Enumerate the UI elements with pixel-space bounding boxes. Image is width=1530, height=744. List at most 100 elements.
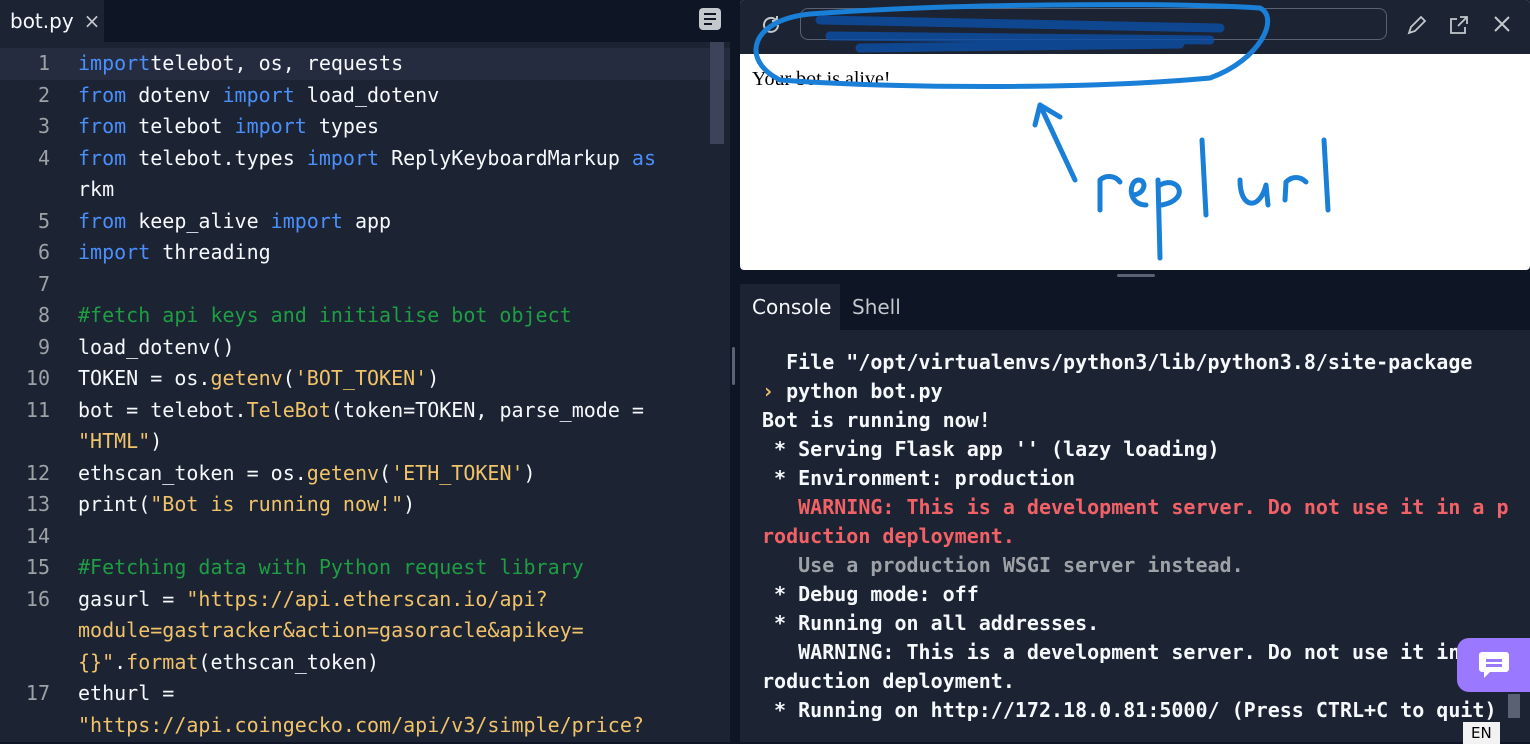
tab-shell[interactable]: Shell bbox=[840, 284, 912, 330]
hamburger-icon[interactable] bbox=[699, 8, 721, 30]
code-area[interactable]: 1 importtelebot, os, requests 2 from dotenv… bbox=[0, 48, 730, 741]
code-token: dotenv bbox=[126, 82, 223, 107]
console-line-text: * Debug mode: off bbox=[762, 582, 979, 606]
code-token: telebot, os, requests bbox=[150, 51, 404, 75]
code-token: types bbox=[306, 114, 380, 138]
console-line: * Running on http://172.18.0.81:5000/ (P… bbox=[762, 696, 1522, 725]
code-text: TOKEN = os.getenv('BOT_TOKEN') bbox=[50, 363, 439, 395]
code-token: ReplyKeyboardMarkup bbox=[379, 145, 632, 170]
code-text: from dotenv import load_dotenv bbox=[50, 80, 439, 112]
code-token: ethurl = bbox=[78, 681, 175, 705]
console-line-text: WARNING: This is a development server. D… bbox=[762, 495, 1509, 519]
code-line[interactable]: 9 load_dotenv() bbox=[0, 332, 730, 364]
code-text: ethurl = bbox=[50, 678, 174, 710]
line-number: 4 bbox=[37, 145, 50, 170]
code-token: threading bbox=[150, 240, 271, 264]
code-line[interactable]: 12 ethscan_token = os.getenv('ETH_TOKEN') bbox=[0, 458, 730, 490]
chat-icon bbox=[1479, 652, 1509, 678]
code-text: #Fetching data with Python request libra… bbox=[50, 552, 584, 584]
code-line[interactable]: 2 from dotenv import load_dotenv bbox=[0, 80, 730, 112]
line-number bbox=[0, 710, 50, 742]
line-number bbox=[0, 647, 50, 679]
code-line[interactable]: module=gastracker&action=gasoracle&apike… bbox=[0, 615, 730, 647]
code-text: load_dotenv() bbox=[50, 332, 235, 364]
code-token: gasurl = bbox=[78, 586, 187, 611]
code-line[interactable]: 7 bbox=[0, 269, 730, 301]
code-line[interactable]: 1 importtelebot, os, requests bbox=[0, 48, 730, 80]
close-tab-icon[interactable]: × bbox=[84, 9, 101, 33]
preview-resize-grip[interactable] bbox=[1117, 274, 1155, 277]
code-text: ethscan_token = os.getenv('ETH_TOKEN') bbox=[50, 458, 536, 490]
code-token: "https://api.coingecko.com/api/v3/simple… bbox=[78, 712, 644, 737]
code-text: from telebot import types bbox=[50, 111, 379, 143]
console-line-text: * Running on http://172.18.0.81:5000/ (P… bbox=[762, 698, 1497, 722]
console-pane[interactable]: Console Shell File "/opt/virtualenvs/pyt… bbox=[740, 284, 1530, 742]
line-number bbox=[0, 174, 50, 206]
console-line: WARNING: This is a development server. D… bbox=[762, 493, 1522, 522]
code-text: import threading bbox=[50, 237, 271, 269]
code-token: app bbox=[342, 208, 392, 233]
code-token: ( bbox=[379, 460, 392, 485]
code-token: keep_alive bbox=[126, 208, 271, 233]
code-line[interactable]: 14 bbox=[0, 521, 730, 553]
code-text: from telebot.types import ReplyKeyboardM… bbox=[50, 143, 656, 175]
chat-button[interactable] bbox=[1457, 638, 1530, 692]
code-token: import bbox=[78, 51, 151, 75]
code-line[interactable]: 10 TOKEN = os.getenv('BOT_TOKEN') bbox=[0, 363, 730, 395]
line-number: 12 bbox=[25, 460, 50, 485]
code-token: (ethscan_token) bbox=[198, 649, 380, 674]
code-text: #fetch api keys and initialise bot objec… bbox=[50, 300, 572, 332]
line-number: 14 bbox=[25, 523, 50, 548]
code-token: getenv bbox=[306, 460, 380, 485]
code-line[interactable]: 8 #fetch api keys and initialise bot obje… bbox=[0, 300, 730, 332]
code-editor[interactable]: bot.py × 1 importtelebot, os, requests 2 fr… bbox=[0, 0, 730, 742]
code-line[interactable]: 4 from telebot.types import ReplyKeyboard… bbox=[0, 143, 730, 175]
code-token: from bbox=[78, 82, 127, 107]
line-number: 6 bbox=[37, 240, 50, 264]
console-line-text: * Running on all addresses. bbox=[762, 611, 1100, 635]
code-line[interactable]: 11 bot = telebot.TeleBot(token=TOKEN, par… bbox=[0, 395, 730, 427]
code-token: telebot bbox=[126, 114, 235, 138]
line-number: 9 bbox=[37, 334, 50, 359]
console-tab-bar: Console Shell bbox=[740, 284, 1530, 330]
code-token: "Bot is running now!" bbox=[150, 492, 404, 516]
code-token: telebot.types bbox=[126, 145, 307, 170]
console-scrollbar[interactable] bbox=[1508, 694, 1520, 718]
code-line[interactable]: 17 ethurl = bbox=[0, 678, 730, 710]
code-line[interactable]: {}".format(ethscan_token) bbox=[0, 647, 730, 679]
file-tab-bot-py[interactable]: bot.py × bbox=[0, 0, 104, 42]
code-line[interactable]: 16 gasurl = "https://api.etherscan.io/api… bbox=[0, 584, 730, 616]
line-number bbox=[0, 615, 50, 647]
line-number: 5 bbox=[37, 208, 50, 233]
code-line[interactable]: 3 from telebot import types bbox=[0, 111, 730, 143]
code-token: "HTML" bbox=[78, 429, 151, 453]
line-number: 7 bbox=[37, 271, 50, 296]
input-language-indicator[interactable]: EN bbox=[1463, 722, 1500, 744]
console-line: WARNING: This is a development server. D… bbox=[762, 638, 1522, 667]
code-line[interactable]: "https://api.coingecko.com/api/v3/simple… bbox=[0, 710, 730, 742]
editor-scrollbar[interactable] bbox=[710, 42, 724, 144]
console-line: * Running on all addresses. bbox=[762, 609, 1522, 638]
code-token: ) bbox=[523, 460, 536, 485]
pane-resize-handle[interactable] bbox=[732, 347, 735, 385]
console-line: * Environment: production bbox=[762, 464, 1522, 493]
console-line: › python bot.py bbox=[762, 377, 1522, 406]
code-line[interactable]: "HTML") bbox=[0, 426, 730, 458]
code-text: bot = telebot.TeleBot(token=TOKEN, parse… bbox=[50, 395, 644, 427]
editor-tab-bar: bot.py × bbox=[0, 0, 730, 42]
code-line[interactable]: 6 import threading bbox=[0, 237, 730, 269]
code-token: {}" bbox=[78, 649, 115, 674]
tab-console[interactable]: Console bbox=[740, 284, 840, 330]
line-number bbox=[0, 426, 50, 458]
code-line[interactable]: rkm bbox=[0, 174, 730, 206]
code-line[interactable]: 15 #Fetching data with Python request lib… bbox=[0, 552, 730, 584]
webview-preview: Your bot is alive! bbox=[740, 0, 1530, 270]
code-line[interactable]: 5 from keep_alive import app bbox=[0, 206, 730, 238]
code-token: ) bbox=[150, 429, 163, 453]
console-line: Use a production WSGI server instead. bbox=[762, 551, 1522, 580]
code-line[interactable]: 13 print("Bot is running now!") bbox=[0, 489, 730, 521]
code-token: 'BOT_TOKEN' bbox=[294, 366, 428, 390]
code-token: #Fetching data with Python request libra… bbox=[78, 555, 584, 579]
